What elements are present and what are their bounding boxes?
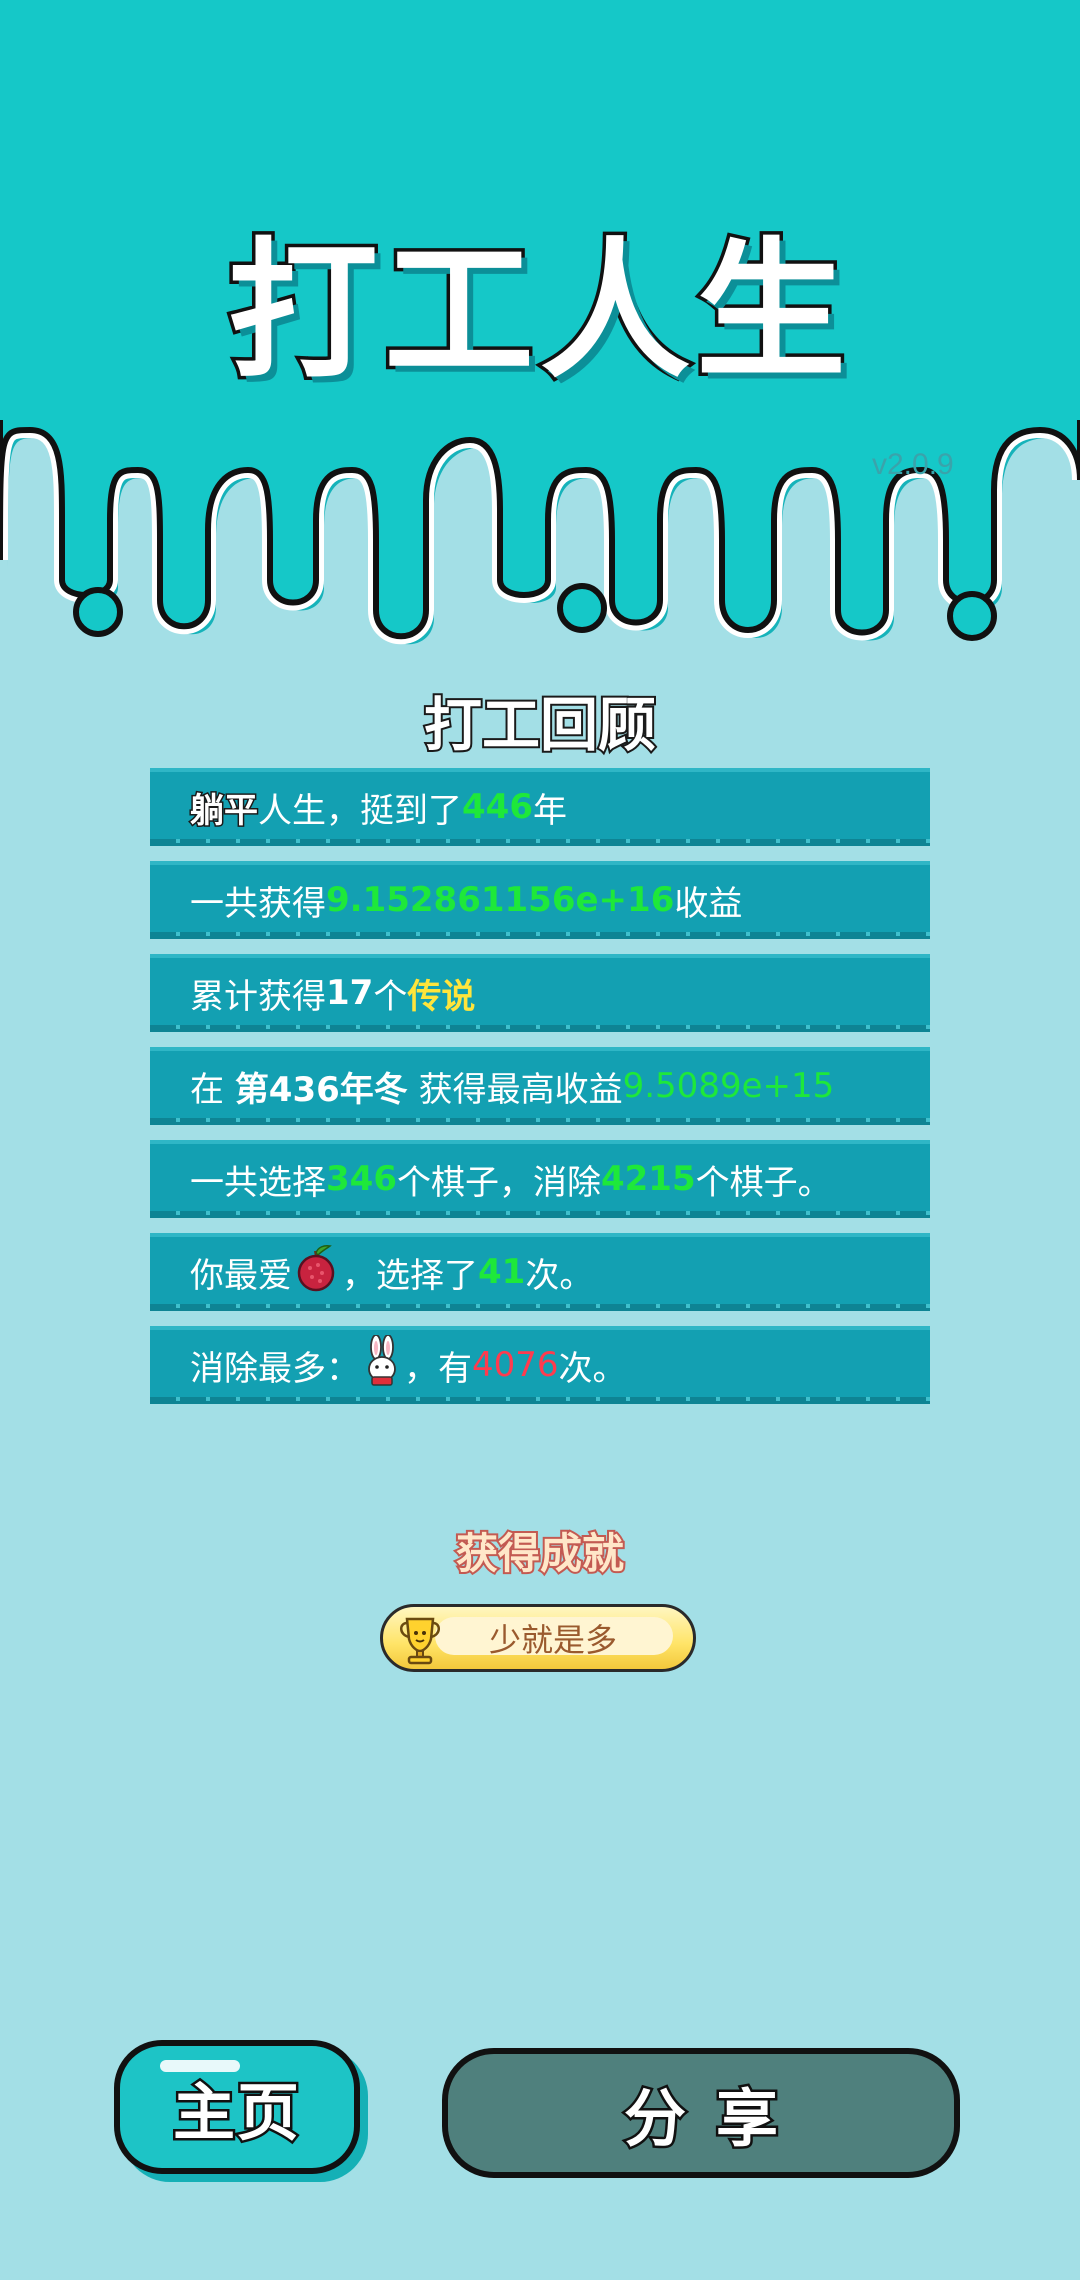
stat-text: ，选择了 — [342, 1255, 478, 1296]
stat-text: 获得最高收益 — [407, 1069, 623, 1110]
stat-text: 一共选择 — [190, 1162, 326, 1203]
achievement-title: 获得成就 — [454, 1527, 626, 1580]
legend-count: 17 — [326, 973, 374, 1013]
stat-text: 个棋子。 — [695, 1162, 832, 1203]
lychee-icon — [294, 1243, 340, 1302]
share-button-label: 分享 — [621, 2080, 808, 2158]
years-value: 446 — [462, 787, 533, 827]
selected-count: 346 — [326, 1159, 397, 1199]
stat-text: 人生，挺到了 — [258, 790, 462, 831]
stat-row-years: 躺平 人生，挺到了 446 年 — [150, 768, 930, 846]
home-button-label: 主页 — [170, 2074, 301, 2152]
stat-text: 次。 — [525, 1255, 594, 1296]
stat-text: 消除最多： — [190, 1348, 360, 1389]
rabbit-icon — [362, 1333, 402, 1396]
stat-text: ，有 — [404, 1348, 472, 1389]
best-season: 第436年冬 — [234, 1069, 408, 1110]
stat-row-income: 一共获得 9.152861156e+16 收益 — [150, 861, 930, 939]
income-value: 9.152861156e+16 — [326, 880, 675, 920]
game-title: 打工人生 — [224, 222, 852, 403]
best-income-value: 9.5089e+15 — [622, 1066, 835, 1106]
share-button[interactable]: 分享 — [442, 2048, 960, 2178]
review-title: 打工回顾 — [422, 689, 658, 761]
stat-text: 个棋子，消除 — [396, 1162, 601, 1203]
stat-row-pieces: 一共选择 346 个棋子，消除 4215 个棋子。 — [150, 1140, 930, 1218]
version-label: v2.0.9 — [872, 448, 954, 481]
stat-row-legends: 累计获得 17 个 传说 — [150, 954, 930, 1032]
most-eliminated-count: 4076 — [472, 1345, 559, 1385]
badge-label: 少就是多 — [488, 1621, 617, 1659]
stat-text: 次。 — [558, 1348, 627, 1389]
button-shine — [160, 2060, 240, 2072]
game-over-screen: 打工人生 v2.0.9 打工回顾 躺平 人生，挺到了 446 年 一共获得 9.… — [0, 0, 1080, 2280]
stat-text: 一共获得 — [190, 883, 326, 924]
favorite-count: 41 — [478, 1252, 526, 1292]
lifestyle-label: 躺平 — [189, 789, 260, 832]
stat-row-favorite: 你最爱 ，选择了 41 次。 — [150, 1233, 930, 1311]
legend-label: 传说 — [407, 976, 476, 1017]
stat-row-best-income: 在 第436年冬 获得最高收益 9.5089e+15 — [150, 1047, 930, 1125]
home-button[interactable]: 主页 — [114, 2040, 360, 2174]
eliminated-count: 4215 — [600, 1159, 696, 1199]
stat-text: 在 — [190, 1069, 235, 1110]
stat-text: 个 — [373, 976, 408, 1017]
trophy-icon — [395, 1613, 445, 1671]
stat-text: 你最爱 — [190, 1255, 292, 1296]
stat-row-most-eliminated: 消除最多： ，有 4076 次。 — [150, 1326, 930, 1404]
stat-text: 收益 — [674, 883, 743, 924]
stat-text: 年 — [532, 790, 567, 831]
achievement-badge[interactable]: 少就是多 — [380, 1604, 696, 1672]
stat-text: 累计获得 — [190, 976, 326, 1017]
